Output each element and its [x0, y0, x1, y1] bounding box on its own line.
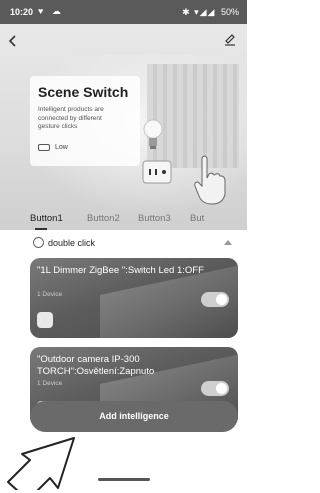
pointer-arrow-icon: [7, 437, 75, 490]
action-card[interactable]: "1L Dimmer ZigBee ":Switch Led 1:OFF 1 D…: [30, 258, 238, 338]
action-device-count: 1 Device: [37, 291, 63, 298]
status-bar: 10:20 ♥ ☁ ✱ ▾◢◢ 50%: [0, 0, 247, 24]
chevron-left-icon: [8, 35, 16, 47]
toggle-knob: [216, 294, 227, 305]
scene-level-label: Low: [55, 144, 68, 151]
action-toggle[interactable]: [201, 292, 229, 307]
signal-icons: ✱ ▾◢◢: [182, 7, 216, 17]
light-bulb-icon: [143, 119, 163, 149]
edit-button[interactable]: [223, 32, 237, 46]
trigger-row[interactable]: double click: [30, 232, 238, 252]
scene-header: Scene Switch Intelligent products are co…: [0, 24, 247, 230]
status-right: ✱ ▾◢◢ 50%: [182, 7, 239, 18]
dimmer-device-icon: [37, 312, 53, 328]
toggle-knob: [216, 383, 227, 394]
pencil-icon: [225, 34, 235, 46]
action-device-count: 1 Device: [37, 380, 63, 387]
action-toggle[interactable]: [201, 381, 229, 396]
scene-title: Scene Switch: [38, 84, 129, 100]
collapse-arrow-icon[interactable]: [224, 240, 232, 245]
tab-button3[interactable]: Button3: [138, 213, 171, 224]
tab-button2[interactable]: Button2: [87, 213, 120, 224]
button-tabs: Button1 Button2 Button3 But: [0, 209, 247, 231]
action-title: "1L Dimmer ZigBee ":Switch Led 1:OFF: [37, 265, 204, 276]
tab-button1[interactable]: Button1: [30, 213, 63, 224]
active-tab-indicator: [35, 228, 47, 230]
notification-icons: ♥ ☁: [38, 6, 64, 16]
smart-plug-icon: [142, 160, 172, 184]
scene-info-card: Scene Switch Intelligent products are co…: [30, 76, 140, 166]
hand-gesture-icon: [194, 155, 226, 205]
tab-button4[interactable]: But: [190, 213, 204, 224]
trigger-label: double click: [48, 238, 96, 248]
scene-level: Low: [38, 144, 68, 151]
battery-low-icon: [38, 144, 50, 151]
status-time: 10:20: [10, 7, 34, 17]
battery-level: 50%: [220, 7, 239, 17]
gesture-icon: [33, 237, 44, 248]
scene-description: Intelligent products are connected by di…: [38, 106, 104, 130]
action-title: "Outdoor camera IP-300 TORCH":Osvětlení:…: [37, 354, 155, 377]
home-indicator[interactable]: [98, 478, 150, 481]
back-button[interactable]: [8, 34, 18, 50]
